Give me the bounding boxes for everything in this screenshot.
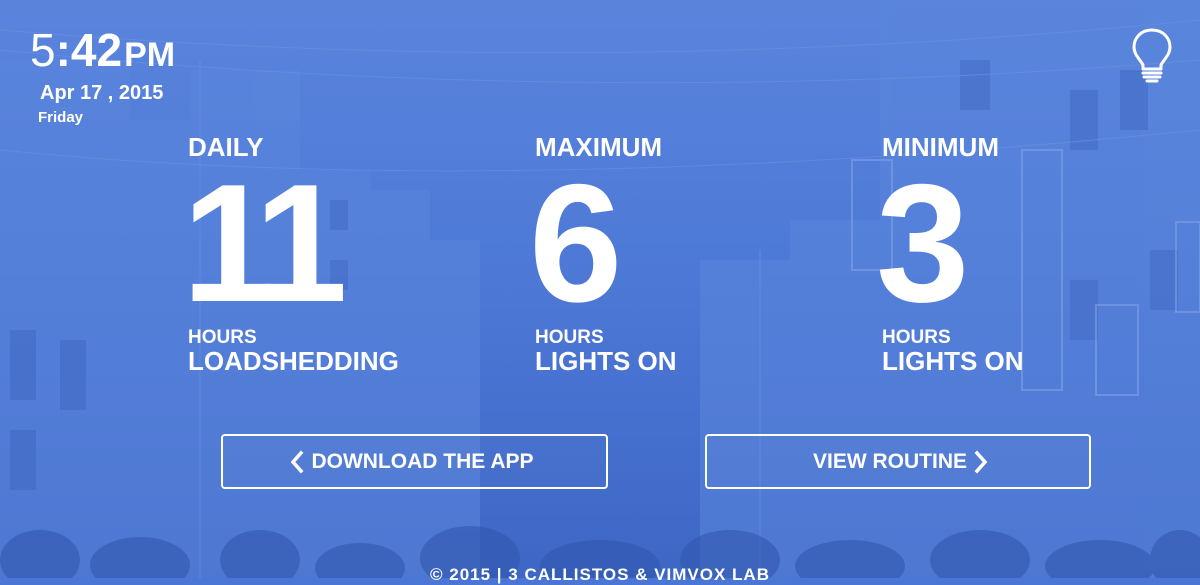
clock-time: 5:42PM: [30, 22, 175, 83]
clock-ampm: PM: [124, 36, 176, 74]
footer-copyright: © 2015 | 3 CALLISTOS & VIMVOX LAB: [430, 565, 770, 584]
view-routine-label: VIEW ROUTINE: [812, 449, 967, 473]
chevron-right-icon: [973, 450, 989, 474]
stat-minimum-value: 3: [876, 149, 969, 337]
stat-maximum-desc: LIGHTS ON: [535, 346, 677, 376]
stat-minimum-unit: HOURS: [882, 327, 951, 348]
view-routine-button[interactable]: VIEW ROUTINE: [705, 434, 1091, 489]
lightbulb-icon-graphic: [1132, 28, 1172, 83]
chevron-left-icon: [289, 450, 305, 474]
stat-maximum: MAXIMUM 6 HOURS LIGHTS ON: [529, 130, 835, 376]
chevron-right-graphic: [974, 450, 988, 473]
clock-date: Apr 17 , 2015: [40, 82, 164, 104]
stat-maximum-value: 6: [529, 149, 622, 337]
lightbulb-icon[interactable]: [1130, 27, 1174, 85]
stat-daily-value: 11: [182, 149, 348, 337]
download-app-button[interactable]: DOWNLOAD THE APP: [221, 434, 608, 489]
clock-hour: 5: [30, 24, 56, 76]
stat-daily: DAILY 11 HOURS LOADSHEDDING: [182, 130, 488, 376]
stat-daily-unit: HOURS: [188, 327, 257, 348]
stat-maximum-unit: HOURS: [535, 327, 604, 348]
clock-minutes: 42: [70, 24, 123, 76]
stat-daily-desc: LOADSHEDDING: [188, 346, 399, 376]
stat-minimum-desc: LIGHTS ON: [882, 346, 1024, 376]
clock-colon: :: [55, 24, 71, 76]
download-app-label: DOWNLOAD THE APP: [311, 449, 534, 473]
stat-minimum: MINIMUM 3 HOURS LIGHTS ON: [876, 130, 1182, 376]
chevron-left-graphic: [291, 450, 304, 473]
clock-weekday: Friday: [38, 109, 84, 126]
